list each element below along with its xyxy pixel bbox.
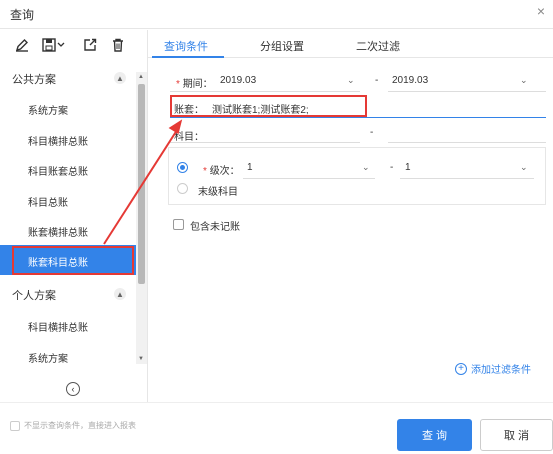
plus-circle-icon: + [455,362,467,375]
scheme-sidebar: 公共方案 ▲ 系统方案 科目横排总账 科目账套总账 科目总账 账套横排总账 账套… [0,30,148,402]
scheme-item-active[interactable]: 账套科目总账 [0,245,136,275]
period-to-value[interactable]: 2019.03 [392,75,428,86]
public-schemes-label: 公共方案 [12,74,56,86]
scrollbar-thumb[interactable] [138,84,145,284]
tab-bar: 查询条件 分组设置 二次过滤 [148,30,553,58]
pencil-icon[interactable] [14,36,30,54]
level-label: * 级次： [203,162,240,177]
level-separator: - [390,162,394,173]
chevron-up-icon[interactable]: ▲ [114,72,126,84]
dialog-footer: 不显示查询条件，直接进入报表 查 询 取 消 [0,402,553,454]
tab-secondary-filter[interactable]: 二次过滤 [356,38,400,54]
level-to-underline [400,178,534,179]
level-from-underline [243,178,375,179]
tab-query-conditions[interactable]: 查询条件 [164,38,208,54]
skip-conditions-option[interactable]: 不显示查询条件，直接进入报表 [10,420,136,431]
delete-icon[interactable] [110,36,126,54]
account-set-label: 账套： [174,105,204,116]
cancel-button[interactable]: 取 消 [480,419,553,451]
chevron-up-icon[interactable]: ▲ [114,288,126,300]
period-separator: - [375,75,379,86]
active-tab-indicator [152,56,224,58]
personal-schemes-header[interactable]: 个人方案 ▲ [0,284,136,304]
add-filter-label: 添加过滤条件 [471,365,531,376]
period-from-value[interactable]: 2019.03 [220,75,256,86]
scheme-item-label: 科目账套总账 [28,167,88,178]
level-label-text: 级次： [209,166,240,177]
scheme-item[interactable]: 科目横排总账 [0,124,136,154]
scheme-item-label: 科目横排总账 [28,323,88,334]
leaf-subject-radio[interactable] [177,183,188,194]
sidebar-scrollbar[interactable]: ▲ ▼ [136,72,147,364]
subject-to-underline [388,142,546,143]
chevron-down-icon[interactable]: ⌄ [520,162,528,173]
scheme-item-label: 科目横排总账 [28,137,88,148]
collapse-sidebar-icon[interactable]: ‹ [66,382,80,396]
scheme-item[interactable]: 科目账套总账 [0,154,136,184]
subject-from-underline [170,142,360,143]
scheme-item-label: 科目总账 [28,198,68,209]
period-to-underline [388,91,546,92]
close-icon[interactable]: × [537,3,545,19]
dialog-title: 查询 [10,8,35,22]
level-to-value[interactable]: 1 [405,162,411,173]
scheme-item[interactable]: 科目横排总账 [0,310,136,340]
period-label: * 期间： [176,75,213,90]
subject-label: 科目： [174,132,204,143]
account-set-underline [170,117,546,118]
scheme-item-label: 账套科目总账 [28,258,88,269]
scroll-up-icon[interactable]: ▲ [138,74,144,80]
leaf-subject-label: 末级科目 [198,187,238,198]
tab-grouping[interactable]: 分组设置 [260,38,304,54]
scheme-item-label: 系统方案 [28,106,68,117]
scheme-item[interactable]: 科目总账 [0,185,136,215]
dialog-titlebar: 查询 × [0,0,553,29]
skip-conditions-label: 不显示查询条件，直接进入报表 [24,421,136,430]
subject-separator: - [370,127,374,138]
account-set-value[interactable]: 测试账套1;测试账套2; [212,101,309,116]
skip-conditions-checkbox[interactable] [10,420,20,431]
scheme-item[interactable]: 系统方案 [0,341,136,371]
query-button[interactable]: 查 询 [397,419,472,451]
level-radio[interactable] [177,162,188,173]
personal-schemes-label: 个人方案 [12,290,56,302]
required-mark: * [176,79,180,90]
period-from-underline [170,91,360,92]
public-schemes-header[interactable]: 公共方案 ▲ [0,68,136,88]
level-from-value[interactable]: 1 [247,162,253,173]
chevron-down-icon[interactable]: ⌄ [347,75,355,86]
save-icon[interactable] [40,36,68,54]
include-unposted-checkbox[interactable] [173,219,184,230]
add-filter-button[interactable]: + 添加过滤条件 [455,361,531,376]
chevron-down-icon[interactable]: ⌄ [520,75,528,86]
scroll-down-icon[interactable]: ▼ [138,356,144,362]
export-icon[interactable] [82,36,98,54]
chevron-down-icon[interactable]: ⌄ [362,162,370,173]
scheme-item-label: 系统方案 [28,354,68,365]
scheme-toolbar [0,30,148,60]
include-unposted-label: 包含未记账 [190,222,240,233]
period-label-text: 期间： [182,79,213,90]
scheme-item[interactable]: 系统方案 [0,93,136,123]
required-mark: * [203,166,207,177]
scheme-item[interactable]: 账套横排总账 [0,215,136,245]
scheme-item-label: 账套横排总账 [28,228,88,239]
